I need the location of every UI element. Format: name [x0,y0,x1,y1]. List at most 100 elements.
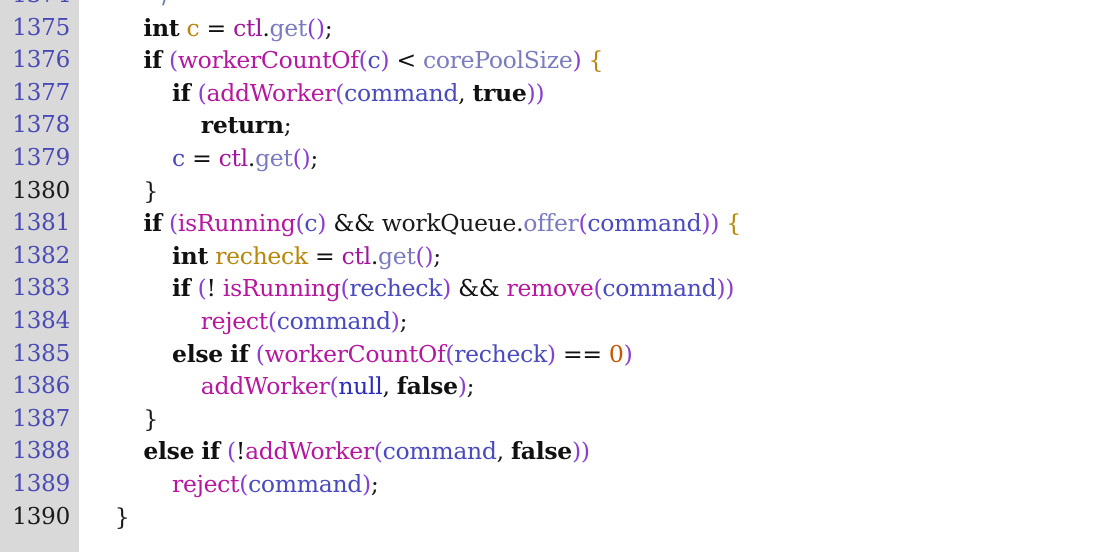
code-editor[interactable]: 1374137513761377137813791380138113821383… [0,0,1102,552]
code-token: ( [329,372,339,401]
code-token: ; [466,372,475,401]
code-token: ) [442,274,451,303]
code-token: ; [324,13,333,42]
code-token: corePoolSize [423,46,573,75]
code-token: 0 [608,339,624,368]
code-token: } [143,176,159,205]
code-token: if [172,274,191,303]
code-line[interactable]: else if (workerCountOf(recheck) == 0) [86,338,1102,371]
code-token: addWorker [206,78,336,107]
code-token: true [472,78,527,107]
code-token: ( [197,78,207,107]
line-number[interactable]: 1382 [0,240,79,273]
code-line[interactable]: int c = ctl.get(); [86,12,1102,45]
code-line[interactable]: reject(command); [86,305,1102,338]
line-number-gutter[interactable]: 1374137513761377137813791380138113821383… [0,0,82,552]
line-number[interactable]: 1388 [0,435,79,468]
code-line[interactable]: if (workerCountOf(c) < corePoolSize) { [86,44,1102,77]
line-number[interactable]: 1384 [0,305,79,338]
code-token: ctl [341,241,372,270]
code-token: { [588,46,604,75]
code-token: ! [206,274,216,303]
code-line[interactable]: return; [86,109,1102,142]
code-token: isRunning [177,209,296,238]
code-token: ( [445,339,455,368]
code-line[interactable]: } [86,501,1102,534]
code-token: command [587,209,702,238]
code-token: addWorker [200,372,330,401]
code-token: ; [370,469,379,498]
code-line[interactable]: */ [86,0,1102,12]
code-token: if [230,339,249,368]
code-token: get [269,13,308,42]
line-number[interactable]: 1376 [0,44,79,77]
code-line[interactable]: int recheck = ctl.get(); [86,240,1102,273]
code-token: isRunning [222,274,341,303]
code-line[interactable]: } [86,403,1102,436]
code-token: c [172,143,185,172]
code-token: ) [710,209,720,238]
code-line[interactable]: c = ctl.get(); [86,142,1102,175]
code-token: ) [301,143,311,172]
code-token: } [143,404,159,433]
line-number[interactable]: 1374 [0,0,79,12]
code-line-list: */ int c = ctl.get(); if (workerCountOf(… [82,0,1102,533]
line-number[interactable]: 1385 [0,338,79,371]
code-token: c [367,46,381,75]
line-number[interactable]: 1381 [0,207,79,240]
code-token: { [726,209,741,238]
code-token: ( [227,437,236,466]
code-line[interactable]: if (! isRunning(recheck) && remove(comma… [86,272,1102,305]
code-line[interactable]: addWorker(null, false); [86,370,1102,403]
code-token: } [114,502,130,531]
code-token: ) [572,46,582,75]
code-line[interactable]: else if (!addWorker(command, false)) [86,435,1102,468]
code-token: && [326,209,382,238]
code-line[interactable]: reject(command); [86,468,1102,501]
code-token: command [602,274,717,303]
code-token: . [262,13,270,42]
code-token: c [186,13,200,42]
line-number[interactable]: 1386 [0,370,79,403]
code-line[interactable]: } [86,175,1102,208]
code-line[interactable]: if (addWorker(command, true)) [86,77,1102,110]
line-number[interactable]: 1383 [0,272,79,305]
code-token: . [247,143,256,172]
code-token: = [199,13,234,42]
code-token: workerCountOf [177,46,359,75]
line-number[interactable]: 1389 [0,468,79,501]
code-token: if [143,209,162,238]
code-token: ( [358,46,368,75]
code-token: else [172,339,223,368]
code-token: reject [200,306,268,335]
code-token: = [307,241,342,270]
code-token: reject [172,469,240,498]
code-text-area[interactable]: */ int c = ctl.get(); if (workerCountOf(… [82,0,1102,552]
line-number[interactable]: 1380 [0,175,79,208]
line-number[interactable]: 1377 [0,77,79,110]
line-number[interactable]: 1390 [0,501,79,534]
code-token: ) [362,469,371,498]
line-number[interactable]: 1379 [0,142,79,175]
code-token: ; [399,306,408,335]
line-number[interactable]: 1375 [0,12,79,45]
code-token: offer [523,209,579,238]
code-token: ) [317,209,327,238]
code-token: < [389,46,424,75]
code-token: ( [255,339,265,368]
code-line[interactable]: if (isRunning(c) && workQueue.offer(comm… [86,207,1102,240]
line-number[interactable]: 1378 [0,109,79,142]
code-token: ) [701,209,711,238]
code-token: ) [315,13,325,42]
line-number[interactable]: 1387 [0,403,79,436]
